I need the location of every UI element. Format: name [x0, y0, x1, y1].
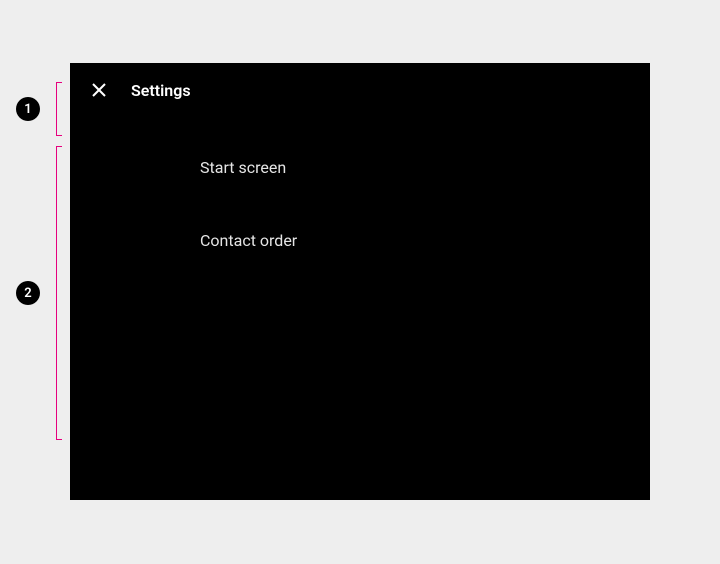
x-icon: [92, 83, 106, 97]
menu-item-start-screen[interactable]: Start screen: [70, 145, 650, 191]
close-icon[interactable]: [90, 81, 108, 99]
settings-title: Settings: [131, 81, 191, 100]
annotation-badge-2: 2: [16, 281, 40, 305]
annotation-bracket-2: [56, 146, 62, 440]
settings-menu-list: Start screen Contact order: [70, 117, 650, 265]
menu-item-contact-order[interactable]: Contact order: [70, 218, 650, 264]
annotation-badge-1: 1: [16, 97, 40, 121]
settings-header: Settings: [70, 63, 650, 117]
settings-panel: Settings Start screen Contact order: [70, 63, 650, 500]
annotation-bracket-1: [56, 82, 62, 136]
